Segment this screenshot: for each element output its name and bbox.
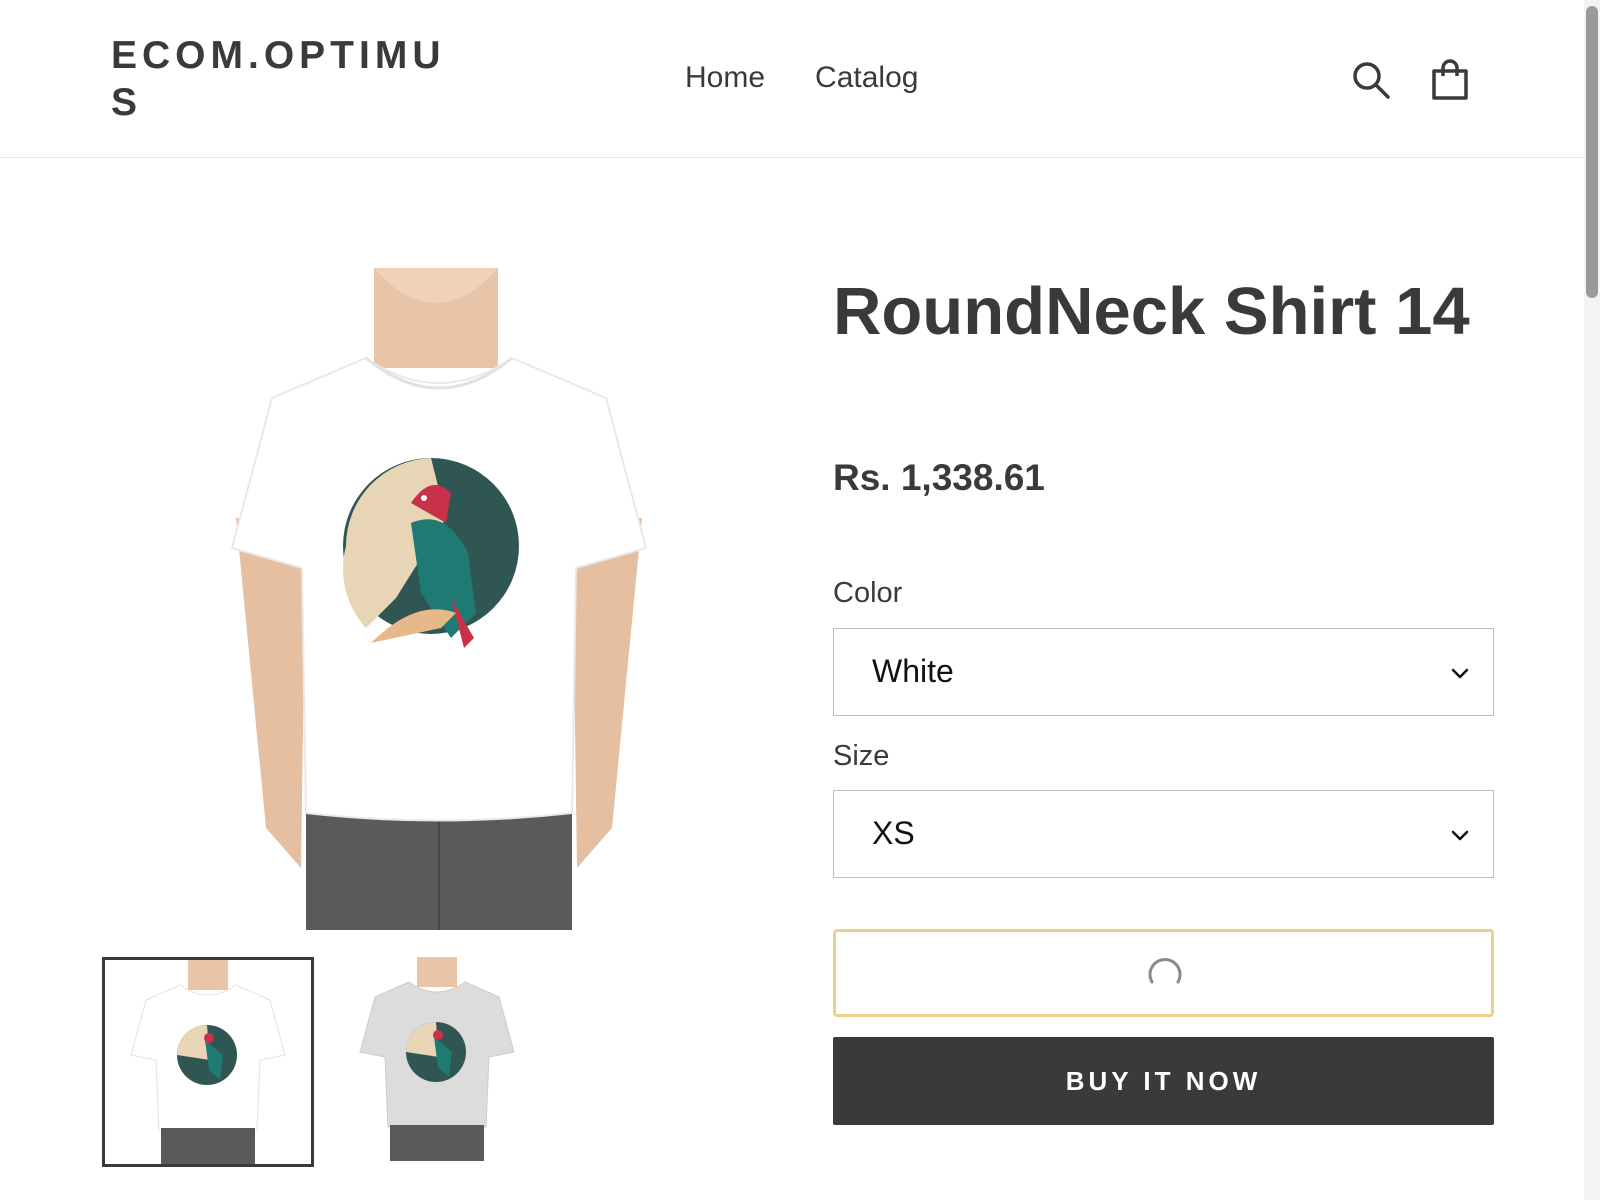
search-icon <box>1353 62 1390 99</box>
tshirt-illustration <box>230 268 648 930</box>
site-header: ECOM.OPTIMUS Home Catalog <box>0 0 1600 158</box>
product-page: ECOM.OPTIMUS Home Catalog RoundNeck Shir… <box>0 0 1600 1200</box>
add-to-cart-button[interactable] <box>833 929 1494 1017</box>
search-button[interactable] <box>1348 57 1394 103</box>
cart-icon <box>1432 59 1468 100</box>
loading-spinner-icon <box>1148 958 1182 984</box>
thumbnail-image-gray <box>359 957 515 1161</box>
product-thumbnail-1[interactable] <box>102 957 314 1167</box>
color-label: Color <box>833 577 903 609</box>
color-select-value: White <box>872 653 954 689</box>
store-logo[interactable]: ECOM.OPTIMUS <box>111 32 461 126</box>
product-price: Rs. 1,338.61 <box>833 457 1045 498</box>
product-main-image[interactable] <box>206 268 672 930</box>
page-scrollbar[interactable] <box>1584 0 1600 1200</box>
size-label: Size <box>833 740 890 772</box>
chevron-down-icon <box>1451 668 1469 679</box>
buy-it-now-button[interactable]: BUY IT NOW <box>833 1037 1494 1125</box>
product-thumbnail-2[interactable] <box>334 957 546 1167</box>
cart-button[interactable] <box>1427 57 1473 103</box>
size-select[interactable]: XS <box>833 790 1494 878</box>
chevron-down-icon <box>1451 830 1469 841</box>
scrollbar-thumb[interactable] <box>1586 6 1598 298</box>
nav-home-link[interactable]: Home <box>685 58 765 98</box>
size-select-value: XS <box>872 815 915 851</box>
main-nav: Home Catalog <box>685 58 918 98</box>
color-select[interactable]: White <box>833 628 1494 716</box>
product-title: RoundNeck Shirt 14 <box>833 274 1470 349</box>
thumbnail-image-white <box>130 960 286 1164</box>
nav-catalog-link[interactable]: Catalog <box>815 58 918 98</box>
